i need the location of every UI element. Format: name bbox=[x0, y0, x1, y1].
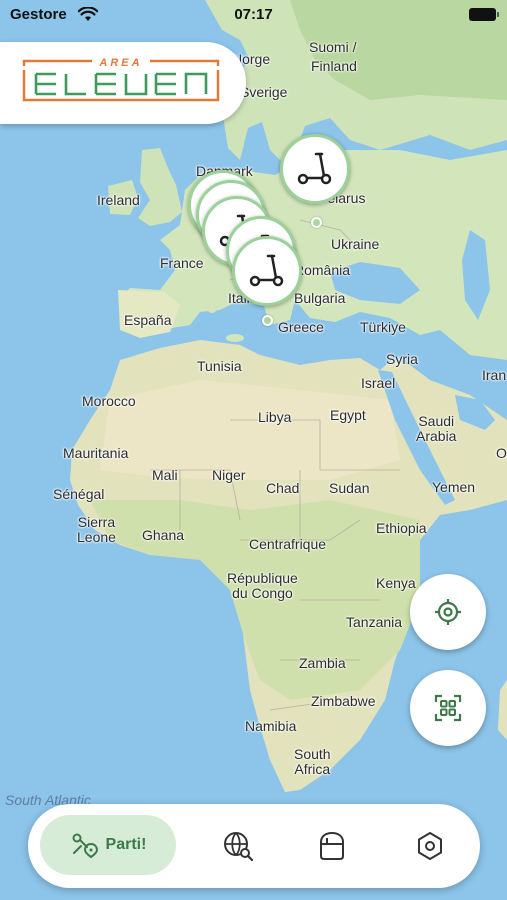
label-sierra-leone: Sierra Leone bbox=[77, 514, 116, 546]
bag-icon bbox=[320, 831, 344, 860]
brand-logo-card: AREA bbox=[0, 42, 246, 124]
label-syria: Syria bbox=[386, 351, 418, 367]
status-bar: Gestore 07:17 bbox=[0, 0, 507, 30]
label-ireland: Ireland bbox=[97, 192, 140, 208]
label-ukraine: Ukraine bbox=[331, 236, 380, 252]
scooter-icon bbox=[297, 152, 332, 185]
label-mali: Mali bbox=[152, 467, 178, 483]
globe-search-icon bbox=[224, 832, 254, 862]
label-south-africa: South Africa bbox=[294, 746, 331, 778]
label-ghana: Ghana bbox=[142, 527, 185, 543]
explore-map-button[interactable] bbox=[214, 822, 262, 870]
label-oman: O bbox=[496, 445, 507, 461]
marker-anchor-dot bbox=[311, 217, 322, 228]
wallet-button[interactable] bbox=[308, 822, 356, 870]
label-senegal: Sénégal bbox=[53, 486, 105, 502]
label-libya: Libya bbox=[258, 409, 292, 425]
label-niger: Niger bbox=[212, 467, 246, 483]
label-sudan: Sudan bbox=[329, 480, 370, 496]
settings-button[interactable] bbox=[406, 822, 454, 870]
label-suomi: Suomi / bbox=[309, 39, 357, 55]
scooter-marker[interactable] bbox=[280, 134, 350, 204]
label-yemen: Yemen bbox=[432, 479, 476, 495]
label-zimbabwe: Zimbabwe bbox=[311, 693, 376, 709]
marker-anchor-dot bbox=[262, 315, 273, 326]
label-kenya: Kenya bbox=[376, 575, 416, 591]
start-ride-button[interactable]: Parti! bbox=[40, 815, 176, 875]
start-ride-label: Parti! bbox=[105, 836, 147, 853]
label-france: France bbox=[160, 255, 204, 271]
label-romania: România bbox=[294, 262, 351, 278]
scan-qr-button[interactable] bbox=[410, 670, 486, 746]
label-israel: Israel bbox=[361, 375, 396, 391]
bottom-navigation: Parti! bbox=[28, 804, 480, 888]
scooter-icon bbox=[249, 254, 284, 287]
label-centrafrique: Centrafrique bbox=[249, 536, 327, 552]
locate-me-button[interactable] bbox=[410, 574, 486, 650]
label-morocco: Morocco bbox=[82, 393, 136, 409]
label-iran: Iran bbox=[482, 367, 507, 383]
label-chad: Chad bbox=[266, 480, 300, 496]
label-ethiopia: Ethiopia bbox=[376, 520, 427, 536]
label-finland: Finland bbox=[311, 58, 357, 74]
battery-icon bbox=[469, 8, 496, 21]
qr-scan-icon bbox=[434, 694, 462, 722]
status-time: 07:17 bbox=[234, 6, 273, 23]
label-tanzania: Tanzania bbox=[346, 614, 403, 630]
label-tunisia: Tunisia bbox=[197, 358, 242, 374]
label-sverige: Sverige bbox=[240, 84, 288, 100]
label-espana: España bbox=[124, 312, 172, 328]
label-egypt: Egypt bbox=[330, 407, 366, 423]
label-namibia: Namibia bbox=[245, 718, 297, 734]
label-turkiye: Türkiye bbox=[360, 319, 406, 335]
settings-hexagon-icon bbox=[418, 832, 442, 860]
label-mauritania: Mauritania bbox=[63, 445, 129, 461]
label-rdc: République du Congo bbox=[227, 570, 298, 602]
label-greece: Greece bbox=[278, 319, 324, 335]
route-icon bbox=[72, 833, 98, 859]
label-zambia: Zambia bbox=[299, 655, 346, 671]
label-saudi-arabia: Saudi Arabia bbox=[416, 413, 457, 445]
crosshair-icon bbox=[435, 599, 461, 625]
label-bulgaria: Bulgaria bbox=[294, 290, 346, 306]
area-eleven-logo: AREA bbox=[22, 57, 220, 102]
svg-text:AREA: AREA bbox=[98, 57, 142, 69]
scooter-marker[interactable] bbox=[232, 236, 302, 306]
